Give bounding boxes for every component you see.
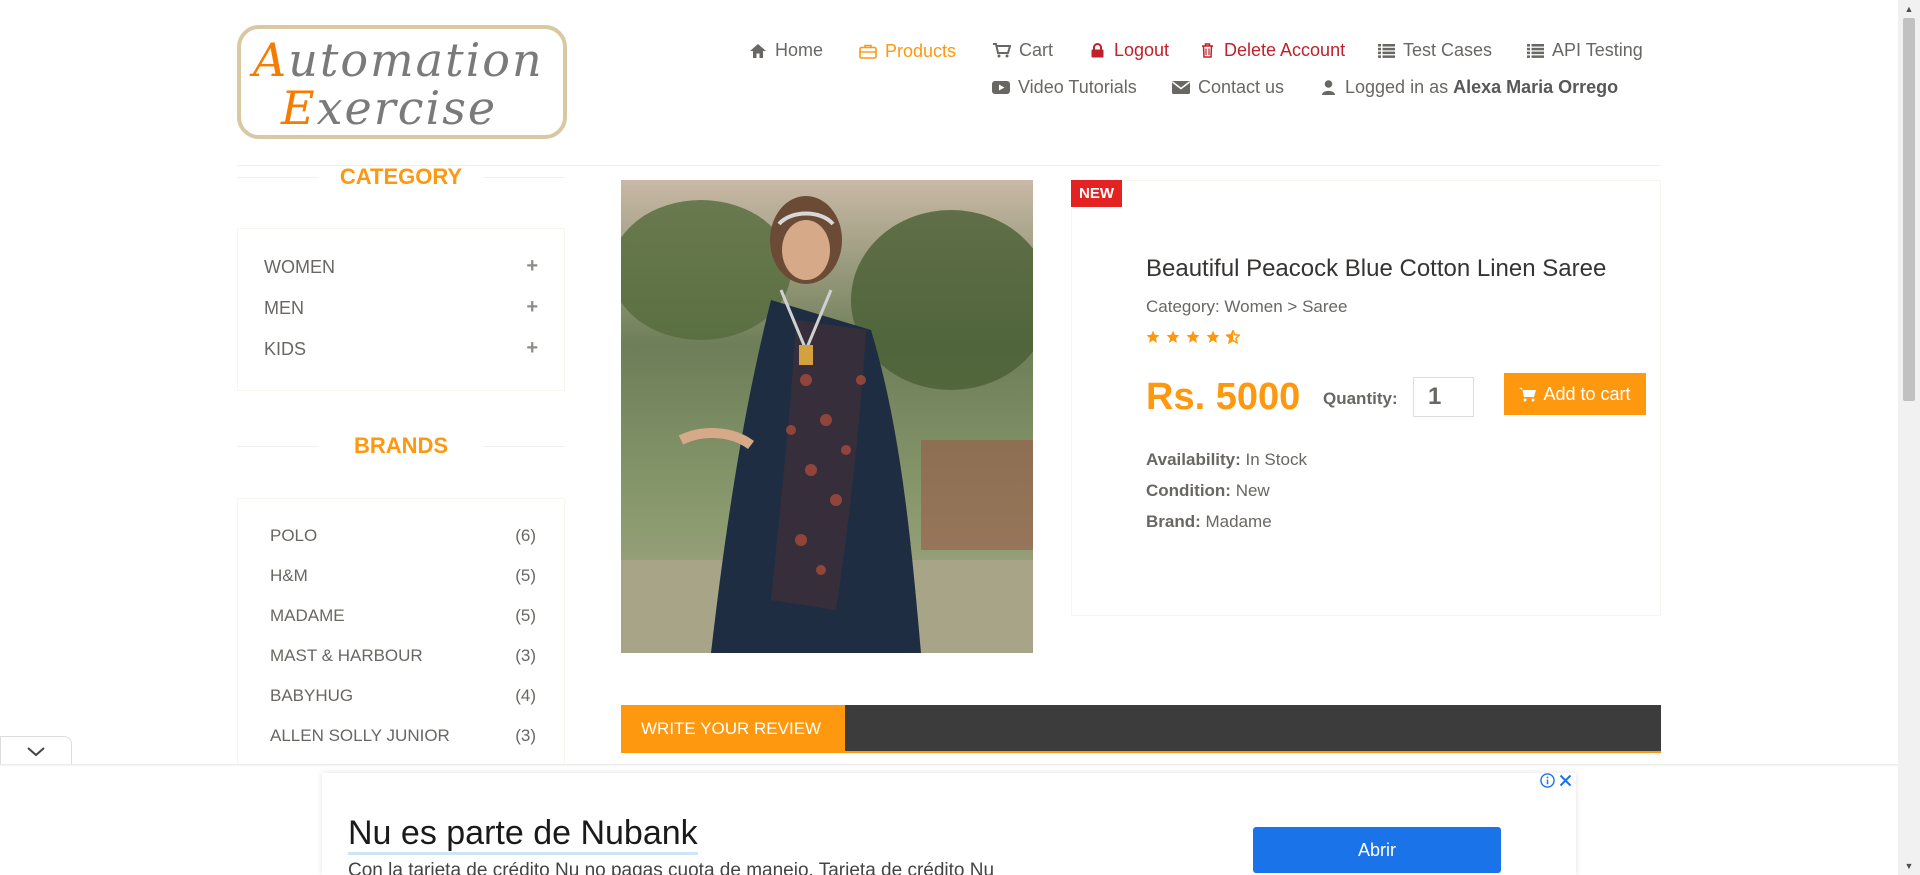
nav-delete-account-label: Delete Account (1224, 40, 1346, 60)
chevron-down-icon (27, 746, 45, 756)
category-item-men[interactable]: MEN + (264, 297, 538, 319)
home-icon (749, 42, 767, 60)
product-name: Beautiful Peacock Blue Cotton Linen Sare… (1146, 255, 1607, 282)
add-to-cart-button[interactable]: Add to cart (1504, 373, 1646, 415)
plus-icon[interactable]: + (526, 256, 538, 278)
nav-cart-link[interactable]: Cart (993, 40, 1053, 61)
brand-count: (3) (515, 646, 536, 665)
nav-contact-us-label: Contact us (1198, 77, 1285, 97)
cart-icon (993, 42, 1011, 60)
ad-collapse-toggle[interactable] (0, 736, 72, 766)
ad-text: Con la tarjeta de crédito Nu no pagas cu… (348, 860, 995, 875)
condition-value: New (1235, 481, 1270, 500)
product-image (621, 180, 1033, 653)
brand-value: Madame (1205, 512, 1272, 531)
nav-logout-link[interactable]: Logout (1088, 40, 1169, 61)
trash-icon (1198, 42, 1216, 60)
nav-video-tutorials-label: Video Tutorials (1018, 77, 1137, 97)
brand-count: (6) (515, 526, 536, 545)
cart-icon (1519, 387, 1537, 401)
scroll-down-arrow-icon[interactable]: ▼ (1903, 860, 1915, 872)
nav-contact-us-link[interactable]: Contact us (1172, 77, 1284, 98)
ad-title[interactable]: Nu es parte de Nubank (348, 814, 698, 855)
nav-api-testing-label: API Testing (1552, 40, 1643, 60)
star-icon (1186, 330, 1200, 343)
brand-item-allen-solly-junior[interactable]: ALLEN SOLLY JUNIOR (3) (270, 726, 536, 746)
rating-stars (1146, 330, 1240, 344)
write-review-tab[interactable]: WRITE YOUR REVIEW (621, 705, 845, 753)
nav-video-tutorials-link[interactable]: Video Tutorials (992, 77, 1137, 98)
list-icon (1377, 42, 1395, 60)
nav-home-link[interactable]: Home (749, 40, 823, 61)
category-item-kids[interactable]: KIDS + (264, 338, 538, 360)
nav-logout-label: Logout (1114, 40, 1170, 60)
availability-value: In Stock (1245, 450, 1307, 469)
nav-test-cases-label: Test Cases (1403, 40, 1493, 60)
plus-icon[interactable]: + (526, 297, 538, 319)
nav-api-testing-link[interactable]: API Testing (1526, 40, 1643, 61)
plus-icon[interactable]: + (526, 338, 538, 360)
brand-name: POLO (270, 526, 318, 545)
category-item-women[interactable]: WOMEN + (264, 256, 538, 278)
star-half-icon (1226, 330, 1240, 344)
availability-line: Availability: In Stock (1146, 450, 1307, 469)
info-icon[interactable] (1540, 773, 1555, 793)
category-title: CATEGORY (237, 164, 565, 190)
star-icon (1206, 330, 1220, 343)
envelope-icon (1172, 79, 1190, 97)
brand-count: (3) (515, 726, 536, 745)
brand-item-mast-harbour[interactable]: MAST & HARBOUR (3) (270, 646, 536, 666)
nav-products-label: Products (885, 41, 957, 61)
logo-line-1: Automation (253, 33, 544, 87)
quantity-label: Quantity: (1323, 389, 1398, 408)
category-label: KIDS (264, 339, 307, 359)
nav-delete-account-link[interactable]: Delete Account (1198, 40, 1345, 61)
logo-line-2: Exercise (281, 81, 498, 135)
category-label: MEN (264, 298, 304, 318)
nav-home-label: Home (775, 40, 824, 60)
category-label: WOMEN (264, 257, 335, 277)
brand-item-madame[interactable]: MADAME (5) (270, 606, 536, 626)
star-icon (1146, 330, 1160, 343)
category-panel: WOMEN + MEN + KIDS + (237, 228, 565, 391)
condition-line: Condition: New (1146, 481, 1270, 500)
logged-in-text: Logged in as Alexa Maria Orrego (1345, 77, 1619, 97)
add-to-cart-label: Add to cart (1543, 383, 1631, 404)
product-price: Rs. 5000 (1146, 376, 1301, 418)
quantity-input[interactable] (1413, 377, 1474, 417)
brand-name: ALLEN SOLLY JUNIOR (270, 726, 450, 745)
brand-item-babyhug[interactable]: BABYHUG (4) (270, 686, 536, 706)
brand-name: BABYHUG (270, 686, 354, 705)
brand-item-polo[interactable]: POLO (6) (270, 526, 536, 546)
scrollbar-thumb[interactable] (1903, 18, 1915, 401)
logged-in-status: Logged in as Alexa Maria Orrego (1319, 77, 1618, 98)
brand-line: Brand: Madame (1146, 512, 1272, 531)
close-icon[interactable] (1559, 774, 1572, 792)
lock-icon (1088, 42, 1106, 60)
user-icon (1319, 79, 1337, 97)
nav-cart-label: Cart (1019, 40, 1054, 60)
ad-controls (1540, 773, 1572, 793)
nav-products-link[interactable]: Products (859, 41, 956, 62)
scroll-up-arrow-icon[interactable]: ▲ (1903, 3, 1915, 15)
new-badge: NEW (1071, 180, 1122, 207)
brands-title: BRANDS (237, 433, 565, 459)
brand-count: (5) (515, 606, 536, 625)
logged-in-username: Alexa Maria Orrego (1453, 77, 1619, 97)
ad-open-button[interactable]: Abrir (1253, 827, 1501, 873)
brands-panel: POLO (6) H&M (5) MADAME (5) MAST & HARBOUR (… (237, 498, 565, 768)
brand-name: MADAME (270, 606, 345, 625)
brand-count: (5) (515, 566, 536, 585)
nav-test-cases-link[interactable]: Test Cases (1377, 40, 1492, 61)
product-category: Category: Women > Saree (1146, 297, 1348, 316)
list-icon (1526, 42, 1544, 60)
brand-name: H&M (270, 566, 308, 585)
brand-item-hm[interactable]: H&M (5) (270, 566, 536, 586)
site-logo[interactable]: Automation Exercise (237, 25, 567, 139)
briefcase-icon (859, 43, 877, 61)
star-icon (1166, 330, 1180, 343)
brand-name: MAST & HARBOUR (270, 646, 423, 665)
youtube-play-icon (992, 79, 1010, 97)
brand-count: (4) (515, 686, 536, 705)
